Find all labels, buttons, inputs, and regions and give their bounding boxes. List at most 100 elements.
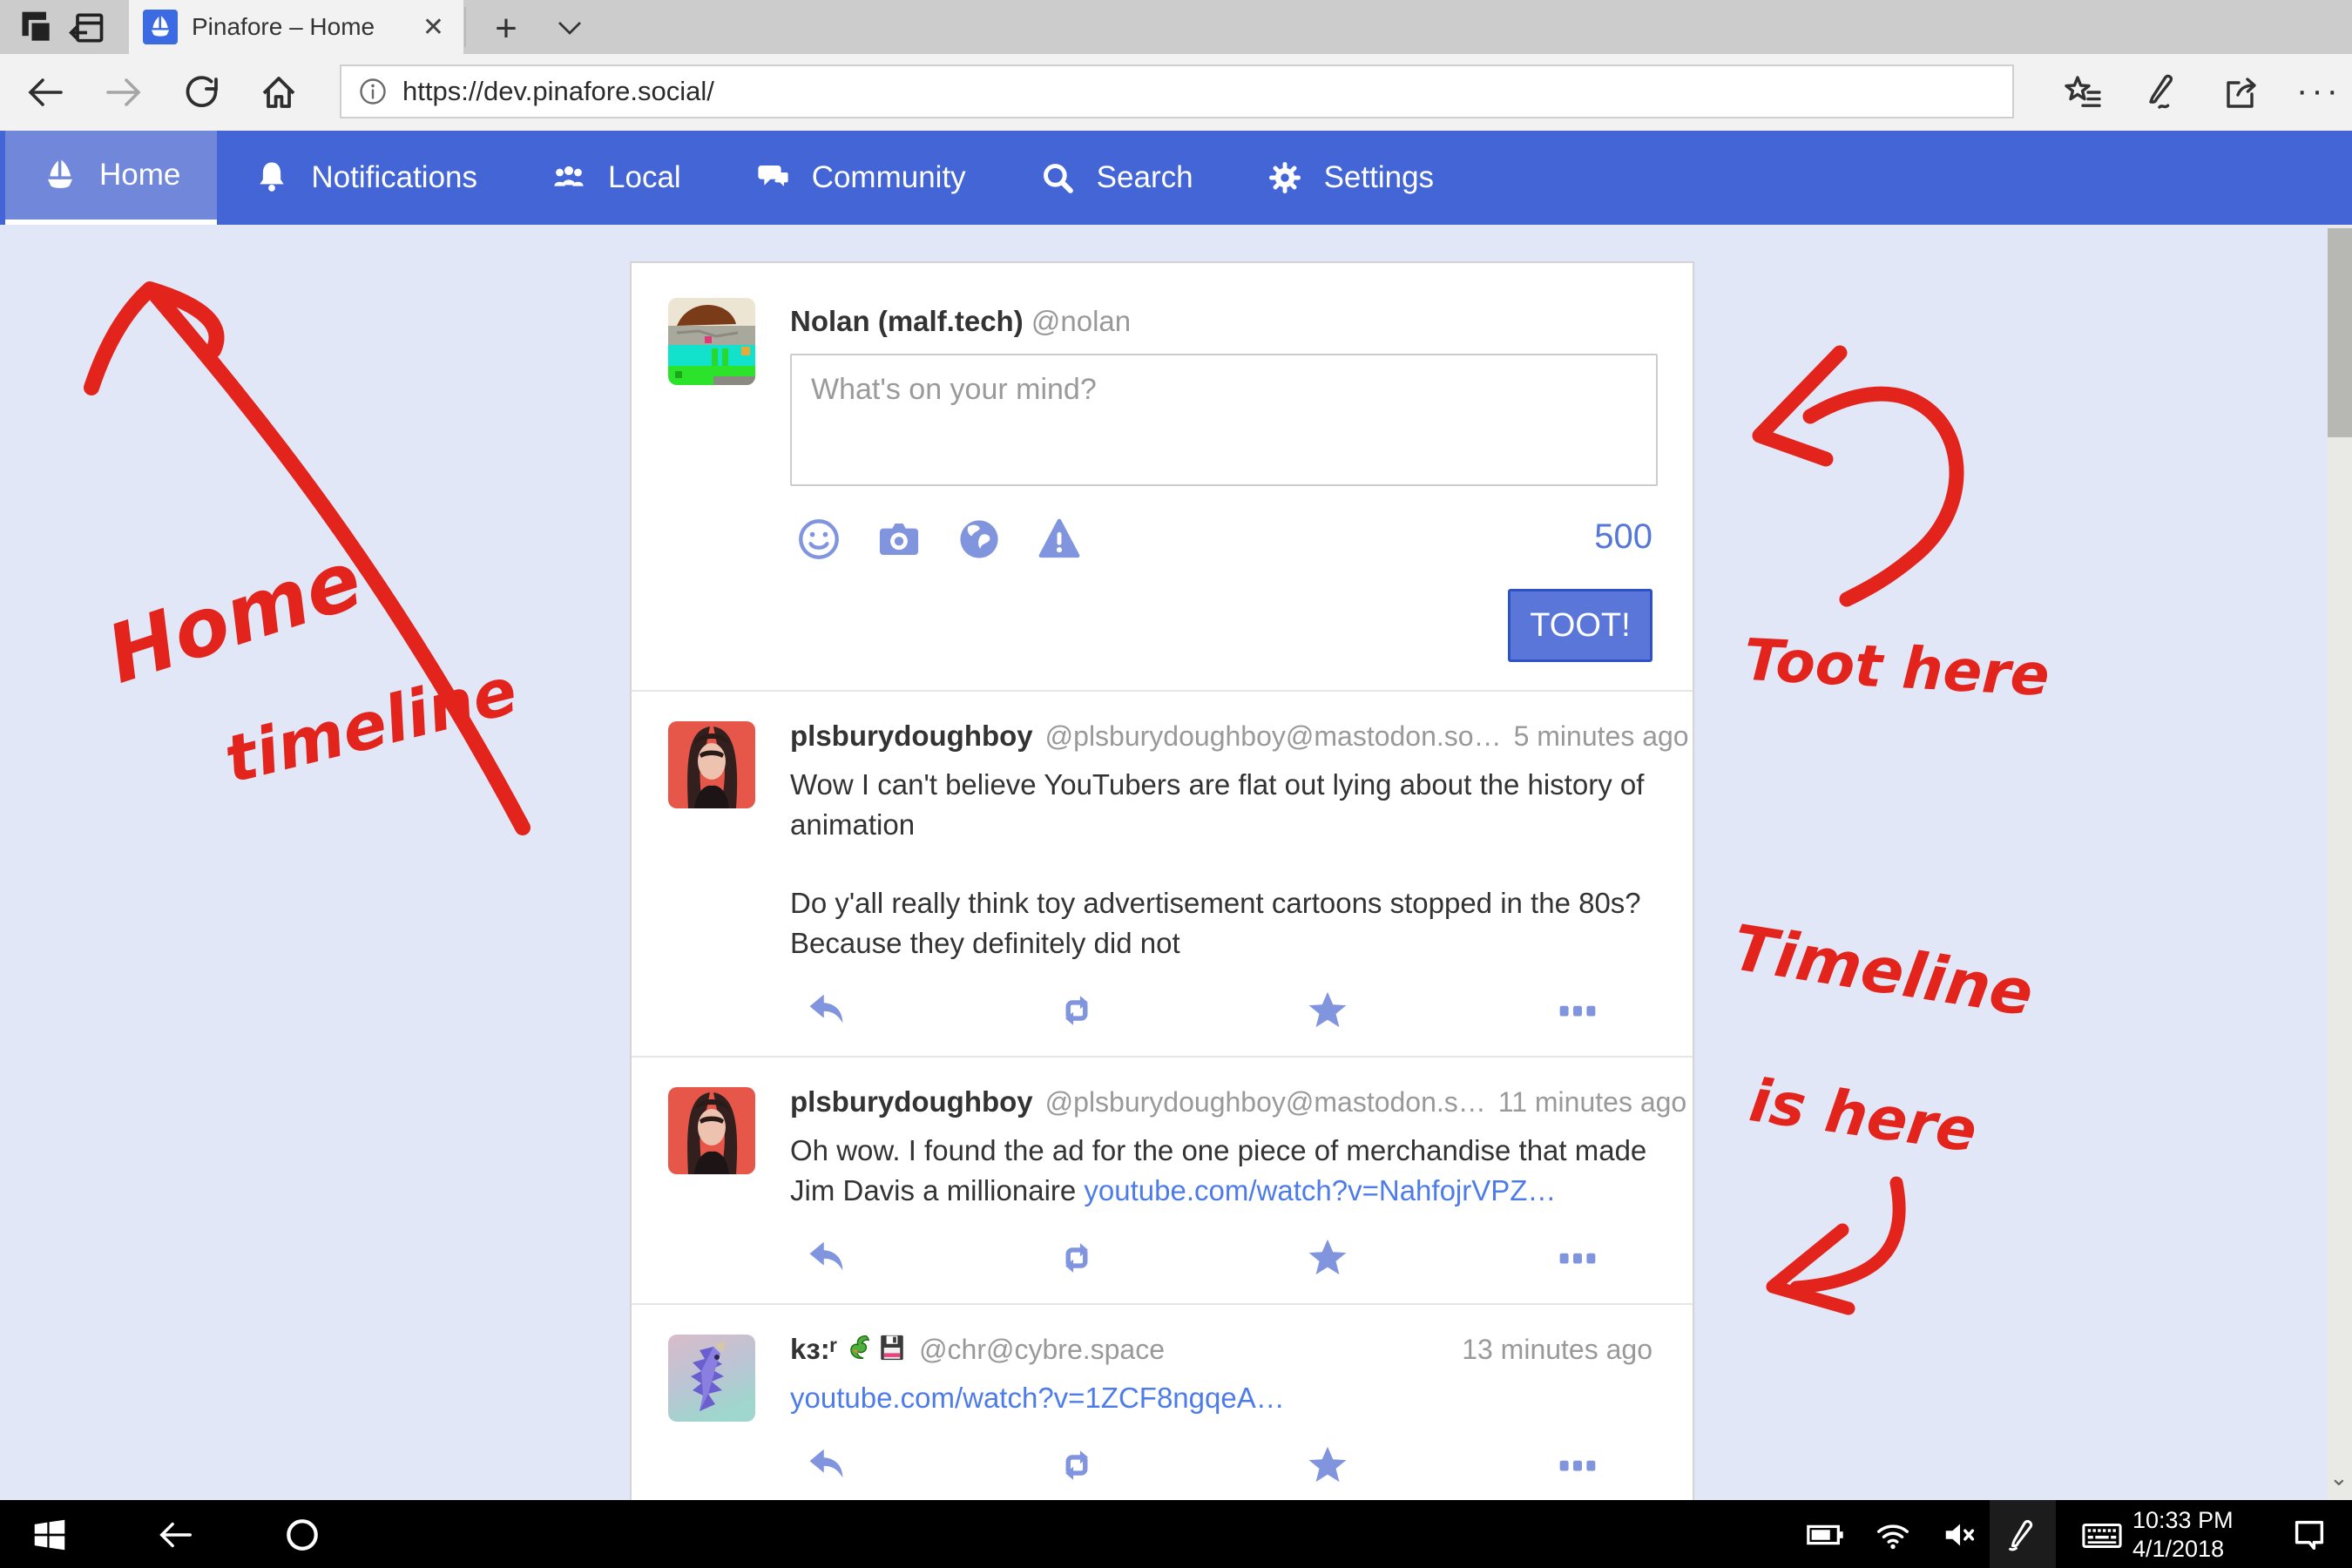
home-button[interactable] (258, 71, 300, 113)
nav-item-search[interactable]: Search (1003, 131, 1230, 225)
browser-tab[interactable]: Pinafore – Home ✕ (129, 0, 463, 54)
browser-tab-bar: Pinafore – Home ✕ + (0, 0, 2352, 54)
post-handle: @plsburydoughboy@mastodon.so… (1045, 720, 1502, 753)
web-note-pen-icon[interactable] (2141, 71, 2183, 113)
people-icon (551, 159, 587, 196)
post-link[interactable]: youtube.com/watch?v=1ZCF8ngqeA… (790, 1382, 1285, 1414)
emoji-icon[interactable] (795, 516, 842, 563)
start-button[interactable] (30, 1515, 70, 1555)
url-text: https://dev.pinafore.social/ (402, 76, 714, 107)
bell-icon (253, 159, 290, 196)
post-avatar[interactable] (668, 1087, 755, 1174)
action-center-icon[interactable] (2289, 1515, 2329, 1555)
pen-workspace-tile[interactable] (1990, 1500, 2056, 1568)
gear-icon (1267, 159, 1303, 196)
magnifier-icon (1039, 159, 1076, 196)
cortana-button[interactable] (282, 1515, 322, 1555)
post-link[interactable]: youtube.com/watch?v=NahfojrVPZ… (1084, 1174, 1556, 1206)
favorite-star-icon[interactable] (1303, 1443, 1352, 1488)
post-display-name: plsburydoughboy (790, 720, 1033, 753)
address-bar[interactable]: https://dev.pinafore.social/ (340, 64, 2014, 118)
reply-icon[interactable] (802, 1443, 851, 1488)
wifi-icon[interactable] (1873, 1515, 1913, 1555)
visibility-globe-icon[interactable] (956, 516, 1003, 563)
reply-icon[interactable] (802, 988, 851, 1033)
post-body: youtube.com/watch?v=1ZCF8ngqeA… (790, 1378, 1652, 1418)
scrollbar-thumb[interactable] (2328, 228, 2352, 437)
battery-icon[interactable] (1805, 1515, 1845, 1555)
post-handle: @plsburydoughboy@mastodon.s… (1045, 1086, 1486, 1119)
compose-display-name: Nolan (malf.tech) (790, 305, 1024, 337)
post-actions (790, 1235, 1652, 1281)
compose-box: Nolan (malf.tech) @nolan (632, 263, 1693, 690)
timeline-post: plsburydoughboy @plsburydoughboy@mastodo… (632, 1056, 1693, 1303)
tab-close-icon[interactable]: ✕ (417, 12, 449, 43)
refresh-button[interactable] (181, 71, 223, 113)
content-warning-icon[interactable] (1036, 516, 1083, 563)
more-options-icon[interactable] (1553, 1235, 1602, 1281)
favorite-star-icon[interactable] (1303, 988, 1352, 1033)
pinafore-favicon-icon (143, 10, 178, 44)
screen: Pinafore – Home ✕ + https://dev.pinafore… (0, 0, 2352, 1568)
nav-item-community[interactable]: Community (718, 131, 1003, 225)
nav-item-settings[interactable]: Settings (1230, 131, 1470, 225)
page-scrollbar[interactable]: ⌄ (2328, 225, 2352, 1500)
tab-list-chevron-icon[interactable] (554, 12, 585, 44)
post-body: Wow I can't believe YouTubers are flat o… (790, 765, 1652, 963)
browser-toolbar: https://dev.pinafore.social/ ··· (0, 54, 2352, 131)
clock-time: 10:33 PM (2132, 1506, 2234, 1535)
sailboat-icon (42, 157, 78, 193)
share-icon[interactable] (2220, 71, 2261, 113)
site-info-icon[interactable] (357, 76, 389, 107)
set-tabs-aside-icon[interactable] (68, 9, 106, 47)
dragon-emoji (842, 1333, 872, 1362)
volume-muted-icon[interactable] (1941, 1515, 1981, 1555)
char-counter: 500 (1594, 517, 1652, 557)
back-button[interactable] (24, 71, 66, 113)
boost-icon[interactable] (1052, 1235, 1101, 1281)
nav-item-home[interactable]: Home (5, 131, 217, 225)
post-body: Oh wow. I found the ad for the one piece… (790, 1131, 1652, 1211)
timeline-post: kз:ʳ @chr@cybre.space 13 minutes ago you… (632, 1303, 1693, 1500)
reply-icon[interactable] (802, 1235, 851, 1281)
compose-avatar[interactable] (668, 298, 755, 385)
new-tab-button[interactable]: + (484, 7, 528, 51)
post-timestamp[interactable]: 13 minutes ago (1462, 1334, 1652, 1366)
tab-preview-icon[interactable] (17, 9, 56, 47)
toot-button[interactable]: TOOT! (1508, 589, 1652, 662)
post-timestamp[interactable]: 5 minutes ago (1514, 720, 1689, 753)
page-content: Nolan (malf.tech) @nolan (0, 225, 2352, 1500)
post-paragraph: Do y'all really think toy advertisement … (790, 883, 1652, 963)
more-options-icon[interactable] (1553, 1443, 1602, 1488)
compose-account-name: Nolan (malf.tech) @nolan (790, 305, 1131, 338)
compose-input[interactable] (790, 354, 1658, 486)
scroll-down-icon[interactable]: ⌄ (2329, 1464, 2349, 1491)
touch-keyboard-icon[interactable] (2080, 1515, 2124, 1555)
favorite-star-icon[interactable] (1303, 1235, 1352, 1281)
boost-icon[interactable] (1052, 1443, 1101, 1488)
timeline-card: Nolan (malf.tech) @nolan (630, 261, 1694, 1500)
boost-icon[interactable] (1052, 988, 1101, 1033)
pinafore-nav-bar: Home Notifications Local Community Searc… (0, 131, 2352, 225)
timeline-post: plsburydoughboy @plsburydoughboy@mastodo… (632, 690, 1693, 1056)
nav-item-local[interactable]: Local (514, 131, 718, 225)
post-avatar[interactable] (668, 1335, 755, 1422)
more-options-icon[interactable] (1553, 988, 1602, 1033)
taskbar-back-button[interactable] (155, 1515, 195, 1555)
post-actions (790, 988, 1652, 1033)
nav-label-settings: Settings (1324, 160, 1434, 195)
settings-more-icon[interactable]: ··· (2296, 71, 2338, 113)
post-display-name: plsburydoughboy (790, 1085, 1033, 1119)
taskbar-clock[interactable]: 10:33 PM 4/1/2018 (2132, 1506, 2234, 1564)
forward-button[interactable] (103, 71, 145, 113)
post-actions (790, 1443, 1652, 1488)
post-avatar[interactable] (668, 721, 755, 808)
compose-toolbar (795, 516, 1083, 563)
nav-label-notifications: Notifications (311, 160, 477, 195)
media-camera-icon[interactable] (875, 516, 923, 563)
pen-icon (2003, 1515, 2043, 1555)
post-display-name: kз:ʳ (790, 1333, 907, 1366)
favorites-hub-icon[interactable] (2063, 71, 2105, 113)
nav-item-notifications[interactable]: Notifications (217, 131, 514, 225)
post-timestamp[interactable]: 11 minutes ago (1498, 1086, 1686, 1119)
